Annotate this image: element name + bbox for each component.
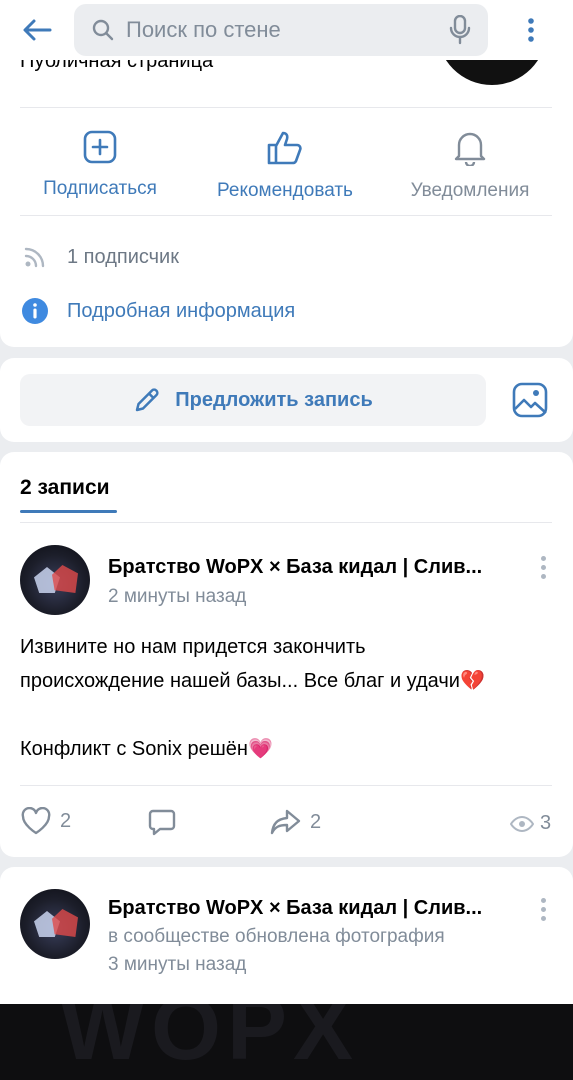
shares-count: 2 [310, 810, 322, 833]
voice-search-button[interactable] [432, 15, 488, 45]
views-count: 3 [540, 812, 552, 834]
post-menu-button[interactable] [536, 898, 550, 921]
post-author[interactable]: Братство WoPX × База кидал | Слив... [108, 556, 482, 579]
broken-heart-emoji: 💔 [459, 670, 485, 692]
views-counter: 3 [510, 812, 551, 835]
post-text-line: происхождение нашей базы... Все благ и у… [20, 670, 485, 692]
details-link[interactable]: Подробная информация [20, 297, 295, 325]
more-button[interactable] [488, 17, 573, 43]
post-text-line: Конфликт с Sonix решён💗 [20, 738, 273, 760]
eye-icon [510, 815, 534, 832]
pink-heart-emoji: 💗 [247, 738, 273, 760]
recommend-button[interactable]: Рекомендовать [195, 130, 375, 202]
like-button[interactable]: 2 [20, 807, 71, 835]
avatar[interactable] [20, 889, 90, 959]
post-author[interactable]: Братство WoPX × База кидал | Слив... [108, 897, 482, 920]
thumb-up-icon [267, 131, 302, 165]
notifications-button[interactable]: Уведомления [380, 130, 560, 202]
microphone-icon [449, 15, 471, 45]
details-text: Подробная информация [67, 299, 296, 322]
post-image[interactable]: WOPX [0, 1004, 573, 1080]
wall-card: 2 записи Братство WoPX × База кидал | Сл… [0, 452, 573, 857]
comment-icon [148, 809, 176, 836]
share-button[interactable]: 2 [270, 808, 321, 836]
add-square-icon [83, 130, 117, 164]
subscribers-count[interactable]: 1 подписчик [20, 245, 179, 269]
bell-icon [454, 132, 486, 166]
share-icon [270, 809, 301, 835]
subscribe-button[interactable]: Подписаться [10, 130, 190, 200]
more-vertical-icon [527, 18, 534, 42]
likes-count: 2 [60, 809, 72, 832]
search-icon [92, 19, 114, 41]
recommend-label: Рекомендовать [217, 180, 353, 201]
tab-posts[interactable]: 2 записи [20, 476, 110, 500]
search-placeholder: Поиск по стене [126, 17, 281, 42]
post-text: Извините но нам придется закончить проис… [20, 630, 550, 766]
search-field[interactable]: Поиск по стене [74, 4, 488, 56]
active-tab-indicator [20, 510, 117, 513]
post-time[interactable]: 3 минуты назад [108, 954, 246, 976]
divider [20, 522, 552, 523]
divider [20, 785, 552, 786]
post-card: Братство WoPX × База кидал | Слив... в с… [0, 867, 573, 1080]
back-button[interactable] [0, 0, 74, 60]
divider [20, 215, 552, 216]
suggest-post-card: Предложить запись [0, 358, 573, 442]
subscribe-label: Подписаться [43, 178, 157, 199]
pencil-icon [135, 388, 159, 412]
heart-icon [21, 807, 51, 835]
post-menu-button[interactable] [536, 556, 550, 579]
post-text-line: Извините но нам придется закончить [20, 636, 366, 658]
subscribers-text: 1 подписчик [67, 245, 179, 268]
suggest-post-label: Предложить запись [175, 388, 373, 411]
divider [20, 107, 552, 108]
info-icon [20, 297, 50, 325]
comment-button[interactable] [147, 809, 177, 837]
post-event: в сообществе обновлена фотография [108, 926, 445, 947]
suggest-post-button[interactable]: Предложить запись [20, 374, 486, 426]
avatar[interactable] [20, 545, 90, 615]
notifications-label: Уведомления [410, 180, 530, 201]
page-type-label: Публичная страница [20, 60, 214, 72]
community-header: Публичная страница Подписаться Рекомендо… [0, 60, 573, 347]
top-bar: Поиск по стене [0, 0, 573, 60]
post-time[interactable]: 2 минуты назад [108, 586, 246, 608]
arrow-left-icon [23, 19, 52, 41]
attach-photo-button[interactable] [512, 382, 548, 423]
image-icon [512, 382, 548, 418]
rss-icon [20, 245, 50, 269]
community-avatar[interactable] [437, 60, 547, 85]
